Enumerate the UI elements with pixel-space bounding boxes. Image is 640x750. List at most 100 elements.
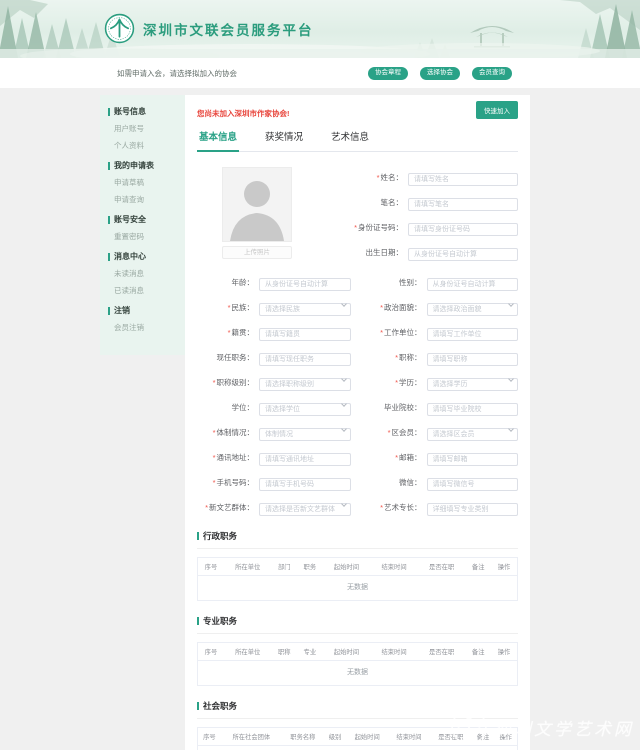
sidebar: 账号信息 用户账号个人资料 我的申请表 申请草稿申请查询 账号安全 重置密码 消… <box>100 95 185 355</box>
field-input[interactable] <box>259 278 351 291</box>
table-header: 起始时间 <box>323 643 371 661</box>
subnav-buttons: 协会章程选择协会会员查询 <box>368 67 512 80</box>
subnav-button[interactable]: 会员查询 <box>472 67 512 80</box>
field-input[interactable] <box>427 278 519 291</box>
job-section-title: 社会职务 <box>203 700 237 712</box>
table-header: 序号 <box>198 728 221 746</box>
required-asterisk: * <box>354 223 357 232</box>
subnav-button[interactable]: 选择协会 <box>420 67 460 80</box>
form-field: *新文艺群体： <box>197 498 351 516</box>
field-input[interactable] <box>259 328 351 341</box>
field-label: *学历： <box>365 377 427 388</box>
quick-join-button[interactable]: 快速加入 <box>476 101 518 119</box>
field-control <box>427 348 519 366</box>
sidebar-section-title: 账号安全 <box>114 214 146 225</box>
job-section-header: 行政职务 <box>197 530 518 549</box>
field-input[interactable] <box>408 223 518 236</box>
table-header: 起始时间 <box>346 728 388 746</box>
sidebar-item[interactable]: 申请草稿 <box>114 177 185 188</box>
field-input[interactable] <box>259 353 351 366</box>
required-asterisk: * <box>228 303 231 312</box>
job-section: 行政职务 序号所在单位部门职务起始时间结束时间是否在职备注操作 无数据 <box>197 530 518 601</box>
form-field: *工作单位： <box>365 323 519 341</box>
sidebar-item[interactable]: 个人资料 <box>114 140 185 151</box>
required-asterisk: * <box>228 328 231 337</box>
field-control <box>408 243 518 261</box>
field-control <box>259 398 351 416</box>
field-control <box>408 168 518 186</box>
subnav-button[interactable]: 协会章程 <box>368 67 408 80</box>
field-input[interactable] <box>427 428 519 441</box>
membership-notice: 您尚未加入深圳市作家协会! <box>197 109 290 118</box>
field-input[interactable] <box>408 173 518 186</box>
field-input[interactable] <box>427 503 519 516</box>
field-control <box>408 193 518 211</box>
sidebar-item[interactable]: 会员注销 <box>114 322 185 333</box>
required-asterisk: * <box>395 353 398 362</box>
section-accent-bar <box>108 253 110 261</box>
tab[interactable]: 基本信息 <box>197 125 239 152</box>
tab[interactable]: 艺术信息 <box>329 125 371 151</box>
sidebar-item[interactable]: 重置密码 <box>114 231 185 242</box>
field-label: *现任职务： <box>197 352 259 363</box>
table-header: 结束时间 <box>388 728 430 746</box>
sidebar-item[interactable]: 已读消息 <box>114 285 185 296</box>
form-field: *通讯地址： <box>197 448 351 466</box>
wenlian-logo-icon <box>104 13 135 44</box>
field-input[interactable] <box>427 353 519 366</box>
sidebar-section: 账号信息 用户账号个人资料 <box>100 106 185 151</box>
field-input[interactable] <box>427 303 519 316</box>
field-input[interactable] <box>259 453 351 466</box>
field-input[interactable] <box>259 503 351 516</box>
field-input[interactable] <box>259 403 351 416</box>
sidebar-item[interactable]: 用户账号 <box>114 123 185 134</box>
field-input[interactable] <box>427 328 519 341</box>
field-input[interactable] <box>427 378 519 391</box>
field-input[interactable] <box>259 303 351 316</box>
form-field: *现任职务： <box>197 348 351 366</box>
field-control <box>427 498 519 516</box>
field-label: *性别： <box>365 277 427 288</box>
field-label: *职称级别： <box>197 377 259 388</box>
field-label: *民族： <box>197 302 259 313</box>
upload-photo-button[interactable]: 上传照片 <box>222 246 292 259</box>
form-field: *职称级别： <box>197 373 351 391</box>
table-header: 职务 <box>297 558 323 576</box>
field-control <box>427 473 519 491</box>
field-input[interactable] <box>408 248 518 261</box>
required-asterisk: * <box>380 328 383 337</box>
sidebar-item[interactable]: 未读消息 <box>114 268 185 279</box>
required-asterisk: * <box>213 453 216 462</box>
job-section-title: 行政职务 <box>203 530 237 542</box>
field-input[interactable] <box>259 378 351 391</box>
table-header: 部门 <box>272 558 298 576</box>
field-label: *身份证号码： <box>292 222 408 233</box>
field-label: *工作单位： <box>365 327 427 338</box>
header-banner: 深圳市文联会员服务平台 <box>0 0 640 58</box>
field-label: *学位： <box>197 402 259 413</box>
field-label: *微信： <box>365 477 427 488</box>
form-field: *学位： <box>197 398 351 416</box>
tab[interactable]: 获奖情况 <box>263 125 305 151</box>
form-field: *微信： <box>365 473 519 491</box>
sidebar-section: 注销 会员注销 <box>100 305 185 333</box>
form-field: *艺术专长： <box>365 498 519 516</box>
field-input[interactable] <box>427 453 519 466</box>
sidebar-item[interactable]: 申请查询 <box>114 194 185 205</box>
identity-section: 上传照片 *姓名： *笔名： *身份证号码： *出生日期： <box>197 167 518 261</box>
section-accent-bar <box>108 216 110 224</box>
landscape-art <box>0 0 640 58</box>
main-panel: 您尚未加入深圳市作家协会! 快速加入 基本信息获奖情况艺术信息 上传照片 *姓名… <box>185 95 530 750</box>
field-label: *年龄： <box>197 277 259 288</box>
sidebar-section-header: 消息中心 <box>108 251 185 262</box>
field-input[interactable] <box>259 478 351 491</box>
field-input[interactable] <box>408 198 518 211</box>
sidebar-section-title: 消息中心 <box>114 251 146 262</box>
field-input[interactable] <box>427 403 519 416</box>
table-header-row: 序号所在单位部门职务起始时间结束时间是否在职备注操作 <box>198 558 518 576</box>
required-asterisk: * <box>380 303 383 312</box>
field-input[interactable] <box>259 428 351 441</box>
field-label: *区会员： <box>365 427 427 438</box>
field-input[interactable] <box>427 478 519 491</box>
sidebar-section-title: 账号信息 <box>114 106 146 117</box>
